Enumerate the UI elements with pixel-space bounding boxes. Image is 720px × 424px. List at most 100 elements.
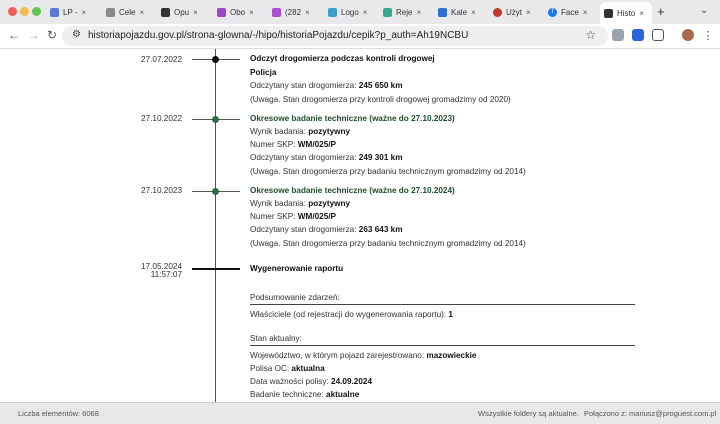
browser-tab[interactable]: Reje × <box>383 3 429 21</box>
tab-label: Logo <box>341 7 359 17</box>
current-state-heading: Stan aktualny: <box>250 334 302 343</box>
tab-favicon-icon <box>438 7 447 17</box>
extensions-puzzle-icon[interactable] <box>652 29 664 41</box>
folder-status: Wszystkie foldery są aktualne. <box>478 409 579 418</box>
inspection-status-label: Badanie techniczne: <box>250 390 324 399</box>
policy-date-row: Data ważności polisy: 24.09.2024 <box>250 377 372 386</box>
status-bar: Liczba elementów: 6068 Wszystkie foldery… <box>0 402 720 424</box>
event-subtitle: Policja <box>250 68 277 77</box>
page-content: 27.07.2022 Odczyt drogomierza podczas ko… <box>0 49 720 402</box>
tab-label: Kale <box>451 7 468 17</box>
inspection-result: Wynik badania: pozytywny <box>250 127 350 136</box>
report-title: Wygenerowanie raportu <box>250 264 344 273</box>
tab-favicon-icon <box>328 7 337 17</box>
avatar[interactable] <box>682 29 694 41</box>
tab-favicon-icon <box>604 8 613 18</box>
close-tab-icon[interactable]: × <box>193 8 198 17</box>
maximize-window-button[interactable] <box>32 7 41 16</box>
tab-favicon-icon <box>493 7 502 17</box>
facebook-icon: f <box>548 7 557 17</box>
browser-tab-active[interactable]: Histo × <box>600 2 652 24</box>
skp-number: Numer SKP: WM/025/P <box>250 140 336 149</box>
browser-tab[interactable]: LP - × <box>50 3 96 21</box>
reload-icon[interactable]: ↻ <box>47 28 57 42</box>
tab-favicon-icon <box>383 7 392 17</box>
owners-label: Właściciele (od rejestracji do wygenerow… <box>250 310 447 319</box>
event-title: Odczyt drogomierza podczas kontroli drog… <box>250 54 435 63</box>
address-bar[interactable]: ⚙ historiapojazdu.gov.pl/strona-glowna/-… <box>62 26 608 46</box>
browser-tab[interactable]: Użyt × <box>493 3 539 21</box>
skp-value: WM/025/P <box>297 140 337 149</box>
tab-favicon-icon <box>217 7 226 17</box>
inspection-status-value: aktualne <box>326 390 360 399</box>
close-tab-icon[interactable]: × <box>471 8 476 17</box>
browser-tab[interactable]: Logo × <box>328 3 374 21</box>
close-tab-icon[interactable]: × <box>416 8 421 17</box>
tab-strip: LP - × Cele × Opu × Obo × (282 × Logo × Reje × … <box>0 0 720 24</box>
skp-number: Numer SKP: WM/025/P <box>250 212 336 221</box>
result-value: pozytywny <box>308 199 351 208</box>
tab-label: (282 <box>285 7 302 17</box>
timeline-end-marker <box>192 268 240 270</box>
browser-tab[interactable]: Obo × <box>217 3 263 21</box>
site-info-icon[interactable]: ⚙ <box>72 29 81 40</box>
skp-label: Numer SKP: <box>250 140 296 149</box>
item-count: Liczba elementów: 6068 <box>18 409 99 418</box>
timeline-line <box>215 271 216 402</box>
odometer-value: 249 301 km <box>358 153 403 162</box>
close-tab-icon[interactable]: × <box>305 8 310 17</box>
browser-toolbar: ← → ↻ ⚙ historiapojazdu.gov.pl/strona-gl… <box>0 24 720 49</box>
close-tab-icon[interactable]: × <box>583 8 588 17</box>
browser-tab[interactable]: Cele × <box>106 3 152 21</box>
tab-favicon-icon <box>106 7 115 17</box>
event-date: 27.10.2023 <box>141 186 182 195</box>
voivodeship-value: mazowieckie <box>426 351 477 360</box>
close-tab-icon[interactable]: × <box>639 9 644 18</box>
tab-favicon-icon <box>50 7 59 17</box>
close-tab-icon[interactable]: × <box>82 8 87 17</box>
browser-tab[interactable]: (282 × <box>272 3 318 21</box>
odometer-label: Odczytany stan drogomierza: <box>250 225 357 234</box>
oc-value: aktualna <box>291 364 325 373</box>
extension-tag-icon[interactable] <box>632 29 644 41</box>
tab-label: Reje <box>396 7 413 17</box>
bookmark-star-icon[interactable]: ☆ <box>585 28 596 42</box>
skp-label: Numer SKP: <box>250 212 296 221</box>
result-value: pozytywny <box>308 127 351 136</box>
skp-value: WM/025/P <box>297 212 337 221</box>
chevron-down-icon[interactable]: ⌄ <box>700 5 708 16</box>
tab-label: Face <box>561 7 579 17</box>
oc-label: Polisa OC: <box>250 364 290 373</box>
close-window-button[interactable] <box>8 7 17 16</box>
menu-dots-icon[interactable]: ⋮ <box>702 29 714 42</box>
timeline-dot <box>212 188 219 195</box>
odometer-label: Odczytany stan drogomierza: <box>250 153 357 162</box>
extension-icon[interactable] <box>612 29 624 41</box>
odometer-label: Odczytany stan drogomierza: <box>250 81 357 90</box>
odometer-value: 245 650 km <box>358 81 403 90</box>
browser-tab[interactable]: Kale × <box>438 3 484 21</box>
voivodeship-label: Województwo, w którym pojazd zarejestrow… <box>250 351 425 360</box>
close-tab-icon[interactable]: × <box>363 8 368 17</box>
owners-value: 1 <box>448 310 453 319</box>
forward-icon[interactable]: → <box>28 28 40 42</box>
url-text[interactable]: historiapojazdu.gov.pl/strona-glowna/-/h… <box>88 30 468 41</box>
event-note: (Uwaga. Stan drogomierza przy badaniu te… <box>250 239 526 248</box>
event-note: (Uwaga. Stan drogomierza przy badaniu te… <box>250 167 526 176</box>
event-date: 27.07.2022 <box>141 55 182 64</box>
browser-tab[interactable]: f Face × <box>548 3 594 21</box>
tab-label: Cele <box>119 7 136 17</box>
minimize-window-button[interactable] <box>20 7 29 16</box>
close-tab-icon[interactable]: × <box>139 8 144 17</box>
owners-count: Właściciele (od rejestracji do wygenerow… <box>250 310 453 319</box>
tab-label: Użyt <box>506 7 522 17</box>
browser-tab[interactable]: Opu × <box>161 3 207 21</box>
close-tab-icon[interactable]: × <box>526 8 531 17</box>
close-tab-icon[interactable]: × <box>249 8 254 17</box>
odometer-value: 263 643 km <box>358 225 403 234</box>
connection-status: Połączono z: mariusz@proguest.com.pl <box>584 409 717 418</box>
section-divider <box>250 304 635 305</box>
back-icon[interactable]: ← <box>8 28 20 42</box>
new-tab-icon[interactable]: + <box>657 4 665 19</box>
odometer-reading: Odczytany stan drogomierza: 245 650 km <box>250 81 403 90</box>
